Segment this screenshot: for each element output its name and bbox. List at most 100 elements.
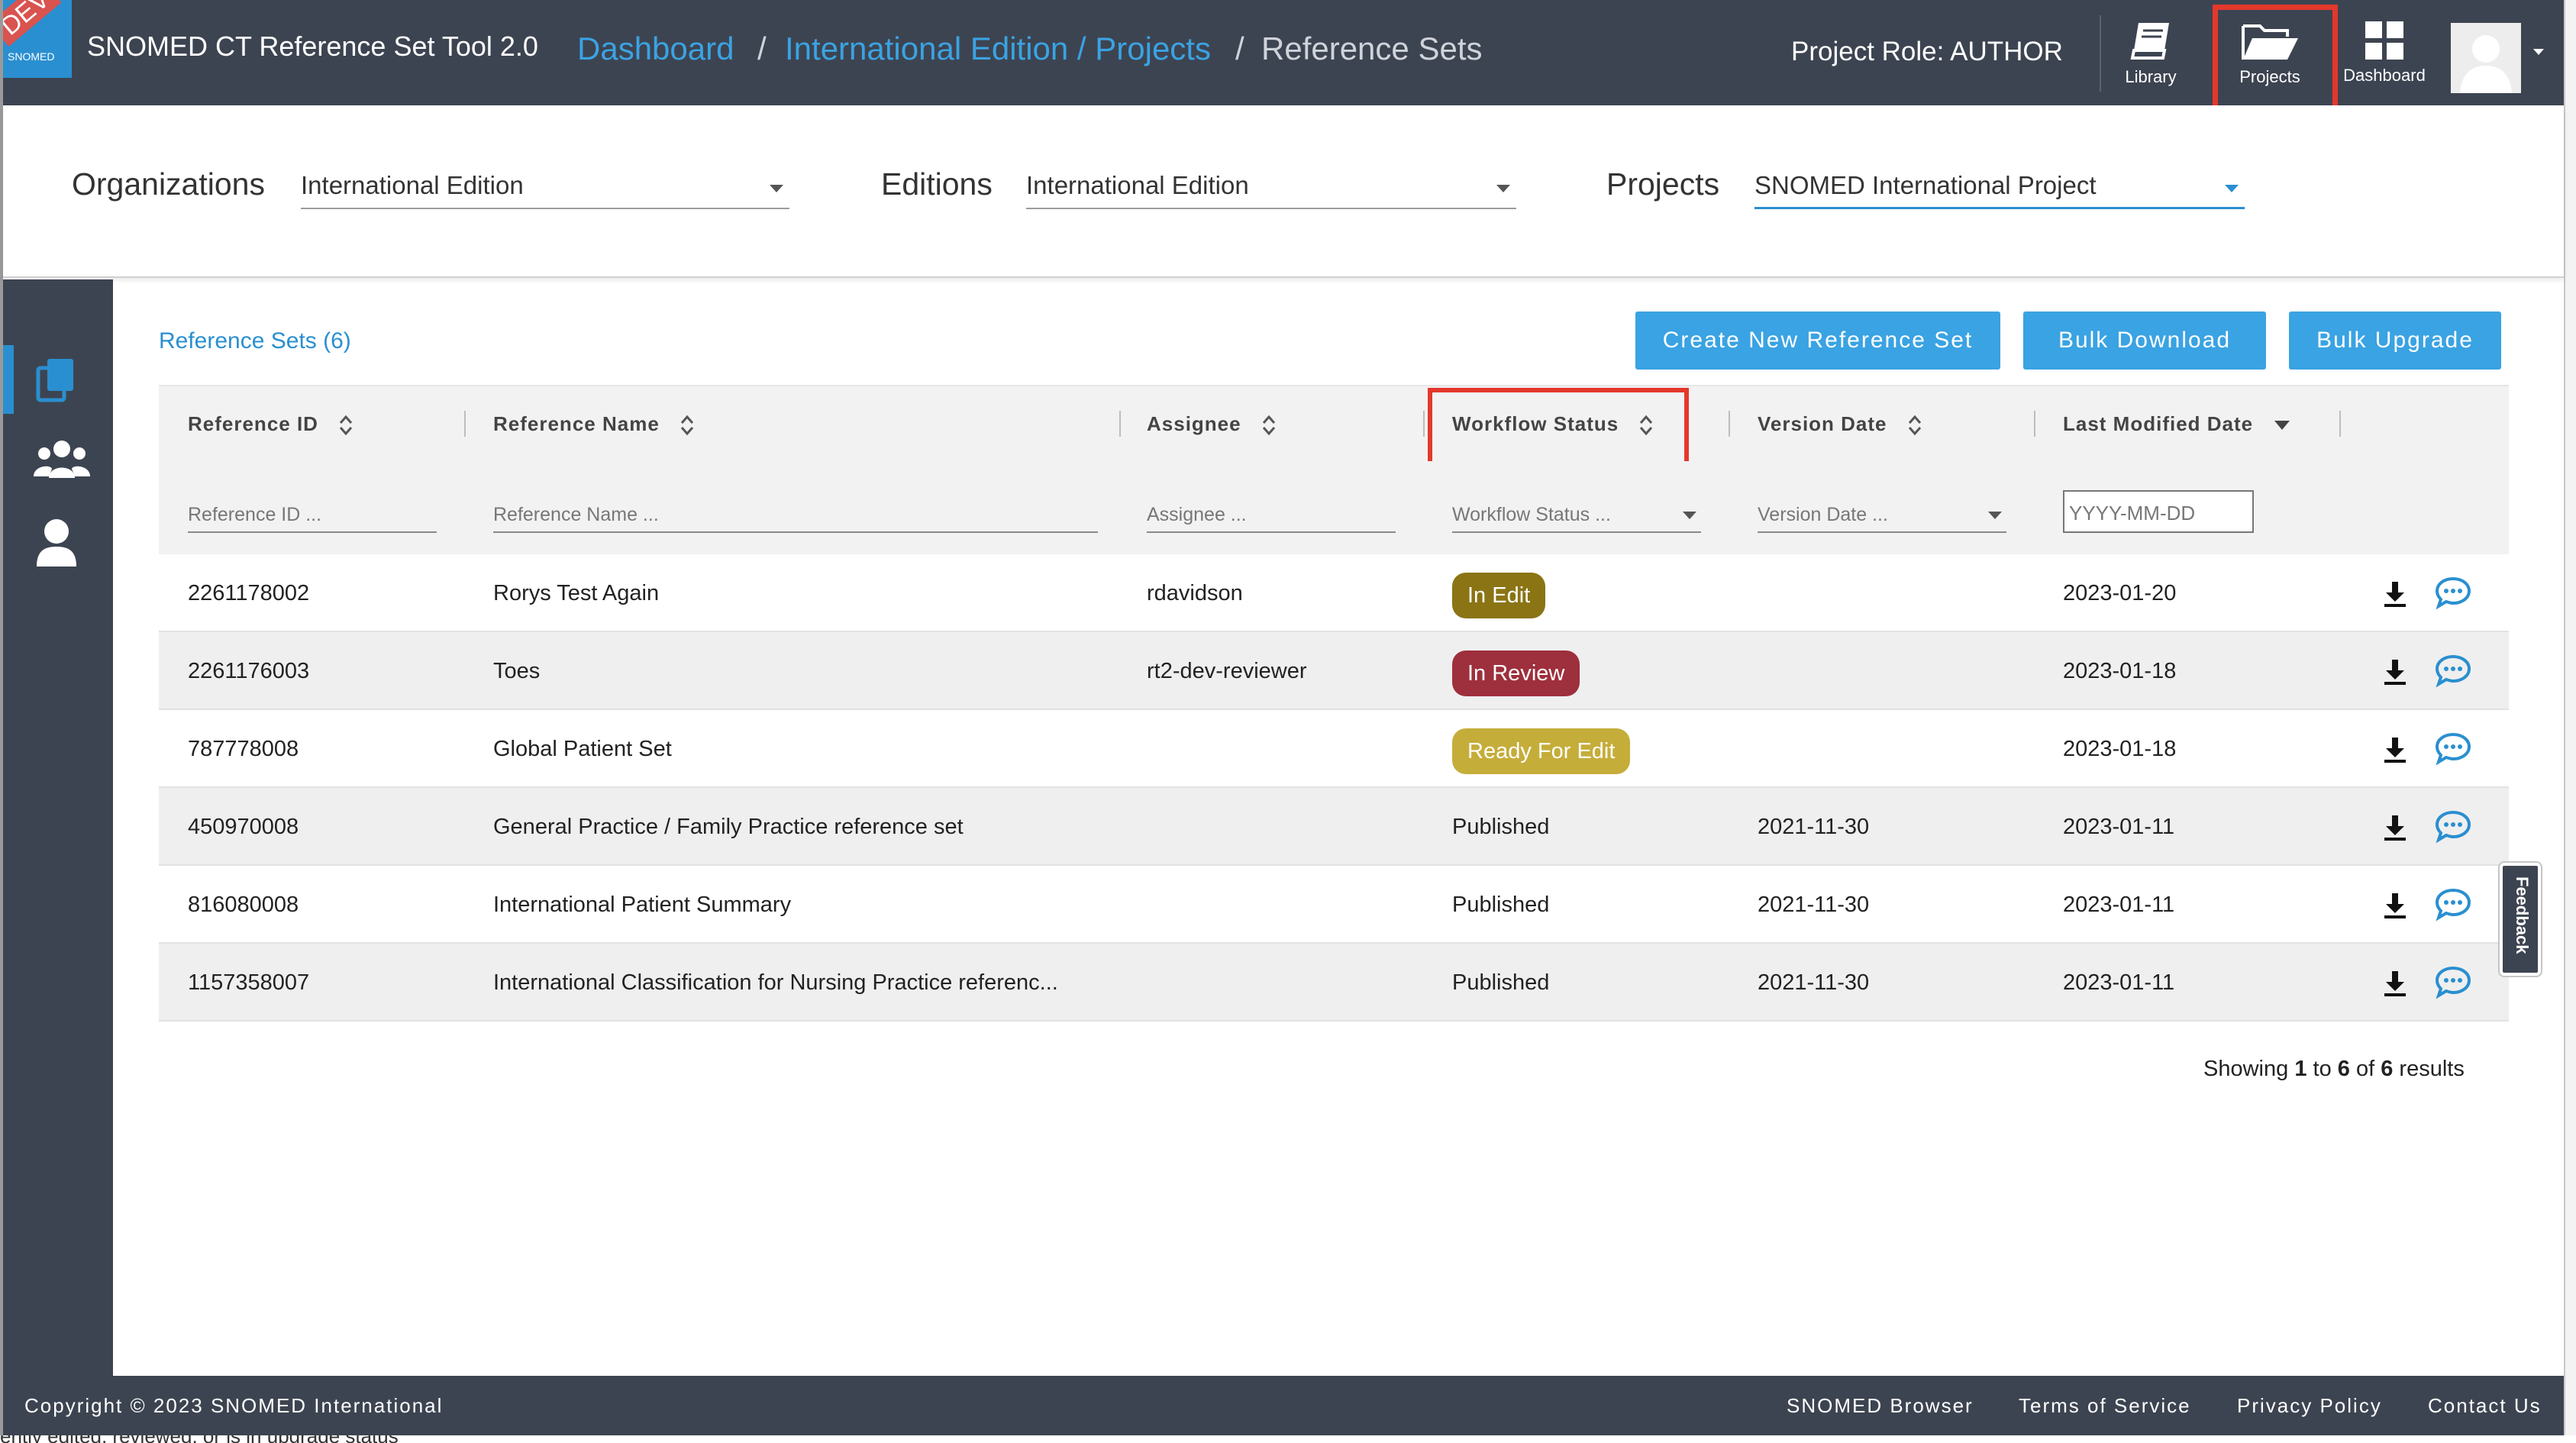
sort-icon [340, 415, 353, 436]
background-page-text: ently edited, reviewed, or is in upgrade… [0, 1435, 2576, 1443]
feedback-label: Feedback [2513, 876, 2532, 954]
dev-badge: DEV [3, 0, 62, 47]
breadcrumb-projects[interactable]: International Edition / Projects [785, 31, 1211, 67]
cell-reference-id: 450970008 [188, 815, 299, 839]
editions-label: Editions [881, 166, 993, 202]
cell-last-modified-date: 2023-01-18 [2063, 659, 2177, 683]
app-logo[interactable]: DEV SNOMED [3, 0, 72, 78]
sidebar-item-users[interactable] [3, 425, 113, 493]
users-group-icon [34, 441, 90, 478]
table-row[interactable]: 2261176003 Toes rt2-dev-reviewer In Review 2… [159, 632, 2509, 710]
book-icon [2130, 23, 2169, 60]
cell-workflow-status: Published [1452, 970, 1550, 995]
download-icon[interactable] [2382, 814, 2408, 841]
bulk-download-button[interactable]: Bulk Download [2023, 312, 2266, 370]
download-icon[interactable] [2382, 892, 2408, 919]
column-header-assignee[interactable]: Assignee [1147, 412, 1277, 436]
download-icon[interactable] [2382, 736, 2408, 763]
chevron-down-icon [2225, 185, 2239, 192]
user-menu-caret-icon[interactable] [2533, 49, 2544, 55]
user-silhouette-icon [2451, 23, 2521, 93]
comment-icon[interactable] [2434, 887, 2472, 922]
comment-icon[interactable] [2434, 965, 2472, 1000]
breadcrumb-dashboard[interactable]: Dashboard [577, 31, 734, 67]
organizations-select[interactable]: International Edition [301, 163, 789, 209]
sort-icon [1908, 415, 1921, 436]
copy-documents-icon [36, 359, 73, 402]
column-divider [2034, 411, 2035, 437]
breadcrumb-separator: / [757, 31, 767, 66]
cell-last-modified-date: 2023-01-11 [2063, 970, 2175, 995]
cell-last-modified-date: 2023-01-11 [2063, 815, 2175, 839]
sidebar-item-reference-sets[interactable] [3, 345, 113, 414]
project-role: Project Role: AUTHOR [1791, 37, 2063, 66]
editions-select[interactable]: International Edition [1026, 163, 1516, 209]
comment-icon[interactable] [2434, 576, 2472, 611]
column-header-reference-id[interactable]: Reference ID [188, 412, 353, 436]
footer: Copyright © 2023 SNOMED International SN… [3, 1376, 2564, 1435]
status-badge: Ready For Edit [1452, 728, 1631, 774]
column-divider [1423, 411, 1425, 437]
projects-select[interactable]: SNOMED International Project [1754, 163, 2245, 209]
column-divider [2339, 411, 2341, 437]
filter-assignee-input[interactable]: Assignee ... [1147, 504, 1396, 533]
footer-link-contact-us[interactable]: Contact Us [2428, 1394, 2542, 1418]
filter-reference-name-input[interactable]: Reference Name ... [493, 504, 1098, 533]
download-icon[interactable] [2382, 658, 2408, 686]
column-divider [464, 411, 466, 437]
status-badge: In Edit [1452, 573, 1546, 618]
filter-reference-id-input[interactable]: Reference ID ... [188, 504, 437, 533]
vertical-scrollbar[interactable] [2564, 0, 2576, 1443]
comment-icon[interactable] [2434, 731, 2472, 767]
column-header-last-modified-date[interactable]: Last Modified Date [2063, 412, 2291, 436]
cell-reference-name: General Practice / Family Practice refer… [493, 815, 964, 839]
nav-library-button[interactable]: Library [2093, 9, 2208, 101]
footer-link-privacy-policy[interactable]: Privacy Policy [2237, 1394, 2382, 1418]
column-header-version-date[interactable]: Version Date [1758, 412, 1922, 436]
cell-workflow-status: Published [1452, 893, 1550, 917]
cell-assignee: rt2-dev-reviewer [1147, 659, 1307, 683]
table-row[interactable]: 816080008 International Patient Summary Pu… [159, 866, 2509, 944]
cell-reference-name: Global Patient Set [493, 737, 672, 761]
footer-link-terms-of-service[interactable]: Terms of Service [2019, 1394, 2191, 1418]
editions-value: International Edition [1026, 171, 1249, 199]
chevron-down-icon [1988, 512, 2002, 519]
app-title: SNOMED CT Reference Set Tool 2.0 [87, 31, 538, 62]
projects-label: Projects [1606, 166, 1720, 202]
comment-icon[interactable] [2434, 809, 2472, 844]
create-reference-set-button[interactable]: Create New Reference Set [1635, 312, 2000, 370]
table-row[interactable]: 787778008 Global Patient Set Ready For Edi… [159, 710, 2509, 788]
cell-reference-name: International Patient Summary [493, 893, 792, 917]
table-header: Reference ID Reference Name Assignee Wor… [159, 385, 2509, 461]
download-icon[interactable] [2382, 580, 2408, 608]
sort-descending-icon [2274, 421, 2290, 431]
comment-icon[interactable] [2434, 654, 2472, 689]
sort-icon [680, 415, 694, 436]
table-row[interactable]: 2261178002 Rorys Test Again rdavidson In Ed… [159, 554, 2509, 632]
results-summary: Showing 1 to 6 of 6 results [2203, 1057, 2465, 1081]
feedback-tab[interactable]: Feedback [2500, 863, 2541, 976]
download-icon[interactable] [2382, 970, 2408, 997]
cell-reference-id: 2261178002 [188, 581, 310, 605]
table-row[interactable]: 450970008 General Practice / Family Pract… [159, 788, 2509, 866]
chevron-down-icon [770, 185, 783, 192]
user-avatar[interactable] [2451, 23, 2521, 93]
column-header-reference-name[interactable]: Reference Name [493, 412, 695, 436]
table-row[interactable]: 1157358007 International Classification f… [159, 944, 2509, 1022]
filter-workflow-status-select[interactable]: Workflow Status ... [1452, 504, 1701, 533]
breadcrumb-separator: / [1235, 31, 1244, 66]
bulk-upgrade-button[interactable]: Bulk Upgrade [2289, 312, 2501, 370]
status-badge: In Review [1452, 650, 1580, 696]
sidebar-item-user[interactable] [3, 505, 113, 574]
reference-sets-title: Reference Sets (6) [159, 328, 351, 353]
filter-last-modified-date-input[interactable]: YYYY-MM-DD [2063, 490, 2254, 533]
filter-version-date-select[interactable]: Version Date ... [1758, 504, 2006, 533]
organizations-value: International Edition [301, 171, 524, 199]
organizations-label: Organizations [72, 166, 265, 202]
chevron-down-icon [1496, 185, 1510, 192]
nav-dashboard-button[interactable]: Dashboard [2327, 9, 2442, 101]
cell-reference-name: Rorys Test Again [493, 581, 660, 605]
footer-link-snomed-browser[interactable]: SNOMED Browser [1787, 1394, 1974, 1418]
cell-reference-id: 2261176003 [188, 659, 310, 683]
cell-last-modified-date: 2023-01-20 [2063, 581, 2177, 605]
